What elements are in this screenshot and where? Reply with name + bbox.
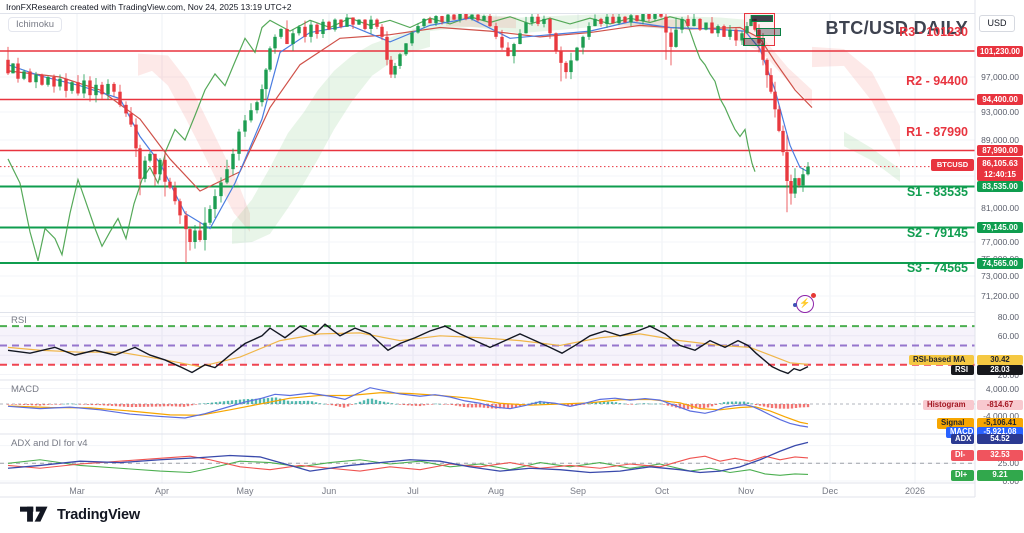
adx-pane-label[interactable]: ADX and DI for v4 — [11, 438, 88, 449]
level-label: S2 - 79145 — [907, 226, 968, 240]
symbol-price-tag: BTCUSD — [931, 159, 974, 171]
x-axis-label[interactable]: Aug — [488, 486, 504, 496]
y-axis-label: 81,000.00 — [981, 203, 1019, 213]
x-axis-label[interactable]: Dec — [822, 486, 838, 496]
x-axis-label[interactable]: Jun — [322, 486, 337, 496]
countdown-timer: 12:40:15 — [977, 169, 1023, 180]
rsi-pane-label[interactable]: RSI — [11, 315, 27, 326]
indicator-value-chip: 28.03 — [977, 365, 1023, 376]
indicator-label-chip: DI+ — [951, 470, 974, 481]
ichimoku-legend[interactable]: Ichimoku — [8, 17, 62, 32]
macd-pane-label[interactable]: MACD — [11, 384, 39, 395]
level-price-tag: 87,990.00 — [977, 145, 1023, 156]
level-label: R1 - 87990 — [906, 125, 968, 139]
indicator-value-chip: 9.21 — [977, 470, 1023, 481]
level-price-tag: 79,145.00 — [977, 222, 1023, 233]
x-axis-label[interactable]: May — [236, 486, 253, 496]
level-price-tag: 101,230.00 — [977, 46, 1023, 57]
x-axis-label[interactable]: Mar — [69, 486, 85, 496]
x-axis-label[interactable]: Oct — [655, 486, 669, 496]
tradingview-chart-window: IronFXResearch created with TradingView.… — [0, 0, 1024, 533]
level-label: R3 - 101230 — [899, 25, 968, 39]
chart-canvas[interactable] — [0, 0, 1024, 533]
macd-layer — [0, 388, 975, 427]
x-axis-label[interactable]: Nov — [738, 486, 754, 496]
level-price-tag: 83,535.00 — [977, 181, 1023, 192]
last-price-value: 86,105.63 — [977, 158, 1023, 169]
y-axis-label: 71,200.00 — [981, 291, 1019, 301]
red-dot-icon — [811, 293, 816, 298]
indicator-label-chip: RSI-based MA — [909, 355, 974, 366]
level-price-tag: 74,565.00 — [977, 258, 1023, 269]
y-axis-label: 77,000.00 — [981, 237, 1019, 247]
order-block-annotation[interactable] — [756, 28, 781, 36]
level-price-tag: 94,400.00 — [977, 94, 1023, 105]
x-axis-label[interactable]: 2026 — [905, 486, 925, 496]
currency-button[interactable]: USD — [979, 15, 1015, 32]
tradingview-logo[interactable]: TradingView — [20, 505, 140, 525]
indicator-value-chip: 30.42 — [977, 355, 1023, 366]
level-label: S3 - 74565 — [907, 261, 968, 275]
lightning-badge-icon[interactable]: ⚡ — [796, 295, 814, 313]
tradingview-logo-text: TradingView — [57, 507, 140, 523]
order-block-annotation[interactable] — [751, 15, 773, 22]
x-axis-label[interactable]: Sep — [570, 486, 586, 496]
indicator-label-chip: ADX — [951, 434, 974, 445]
indicator-value-chip: -814.67 — [977, 400, 1023, 411]
indicator-label-chip: RSI — [951, 365, 974, 376]
indicator-value-chip: 32.53 — [977, 450, 1023, 461]
y-axis-label: 93,000.00 — [981, 107, 1019, 117]
ichimoku-lines-layer — [8, 17, 812, 261]
blue-dot-icon — [793, 303, 797, 307]
y-axis-label: 60.00 — [998, 331, 1019, 341]
indicator-label-chip: DI- — [951, 450, 974, 461]
indicator-label-chip: Histogram — [923, 400, 974, 411]
y-axis-label: 97,000.00 — [981, 72, 1019, 82]
level-label: S1 - 83535 — [907, 185, 968, 199]
tradingview-mark-icon — [20, 505, 50, 525]
y-axis-label: 73,000.00 — [981, 271, 1019, 281]
level-label: R2 - 94400 — [906, 74, 968, 88]
pane-separators — [0, 0, 975, 497]
x-axis-label[interactable]: Apr — [155, 486, 169, 496]
adx-layer — [0, 442, 975, 475]
y-axis-label: 4,000.00 — [986, 384, 1019, 394]
y-axis-label: 80.00 — [998, 312, 1019, 322]
x-axis-label[interactable]: Jul — [407, 486, 419, 496]
last-price-tag: 86,105.63 12:40:15 — [977, 157, 1023, 181]
indicator-value-chip: 54.52 — [977, 434, 1023, 445]
y-axis-label: 89,000.00 — [981, 135, 1019, 145]
order-block-annotation[interactable] — [743, 38, 765, 46]
level-lines-layer — [0, 51, 975, 263]
